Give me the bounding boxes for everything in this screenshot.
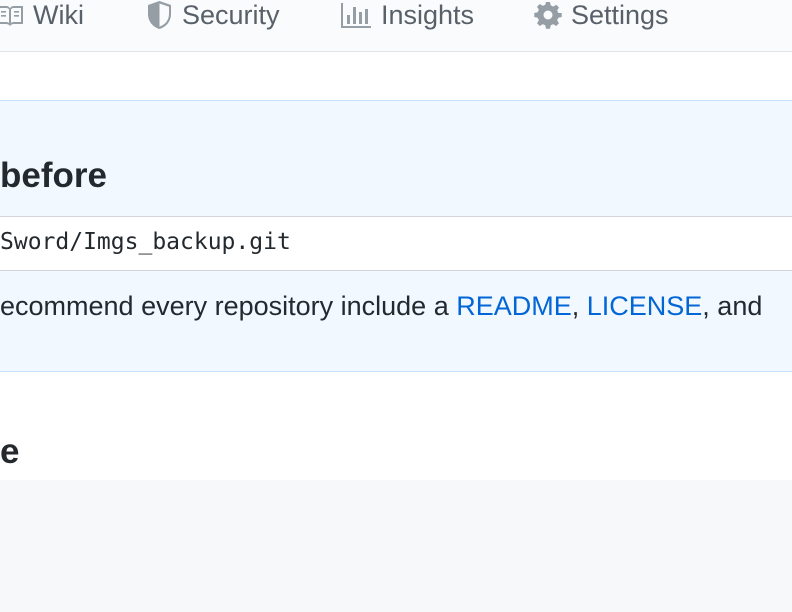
page: Wiki Security Insights Settings before S… [0,0,792,612]
tab-settings-label: Settings [571,0,669,30]
tab-settings[interactable]: Settings [534,0,669,30]
tab-security[interactable]: Security [146,0,280,30]
tab-wiki[interactable]: Wiki [0,0,84,30]
readme-link[interactable]: README [456,291,572,321]
section-title: e [0,432,20,471]
repo-nav: Wiki Security Insights Settings [0,0,792,52]
recommend-separator: , [571,291,587,321]
footer-area [0,480,792,612]
recommend-prefix: ecommend every repository include a [0,291,457,321]
recommend-text: ecommend every repository include a READ… [0,291,762,321]
graph-icon [341,3,371,28]
shield-icon [148,1,171,29]
gear-icon [534,2,562,29]
tab-security-label: Security [182,0,280,30]
book-icon [0,6,23,26]
tab-insights-label: Insights [381,0,475,30]
tab-wiki-label: Wiki [33,0,84,30]
license-link[interactable]: LICENSE [587,291,703,321]
recommend-suffix: , and [702,291,763,321]
tab-insights[interactable]: Insights [340,0,474,30]
clone-url-input[interactable]: Sword/Imgs_backup.git [0,227,291,257]
quick-setup-title: before [0,156,107,195]
